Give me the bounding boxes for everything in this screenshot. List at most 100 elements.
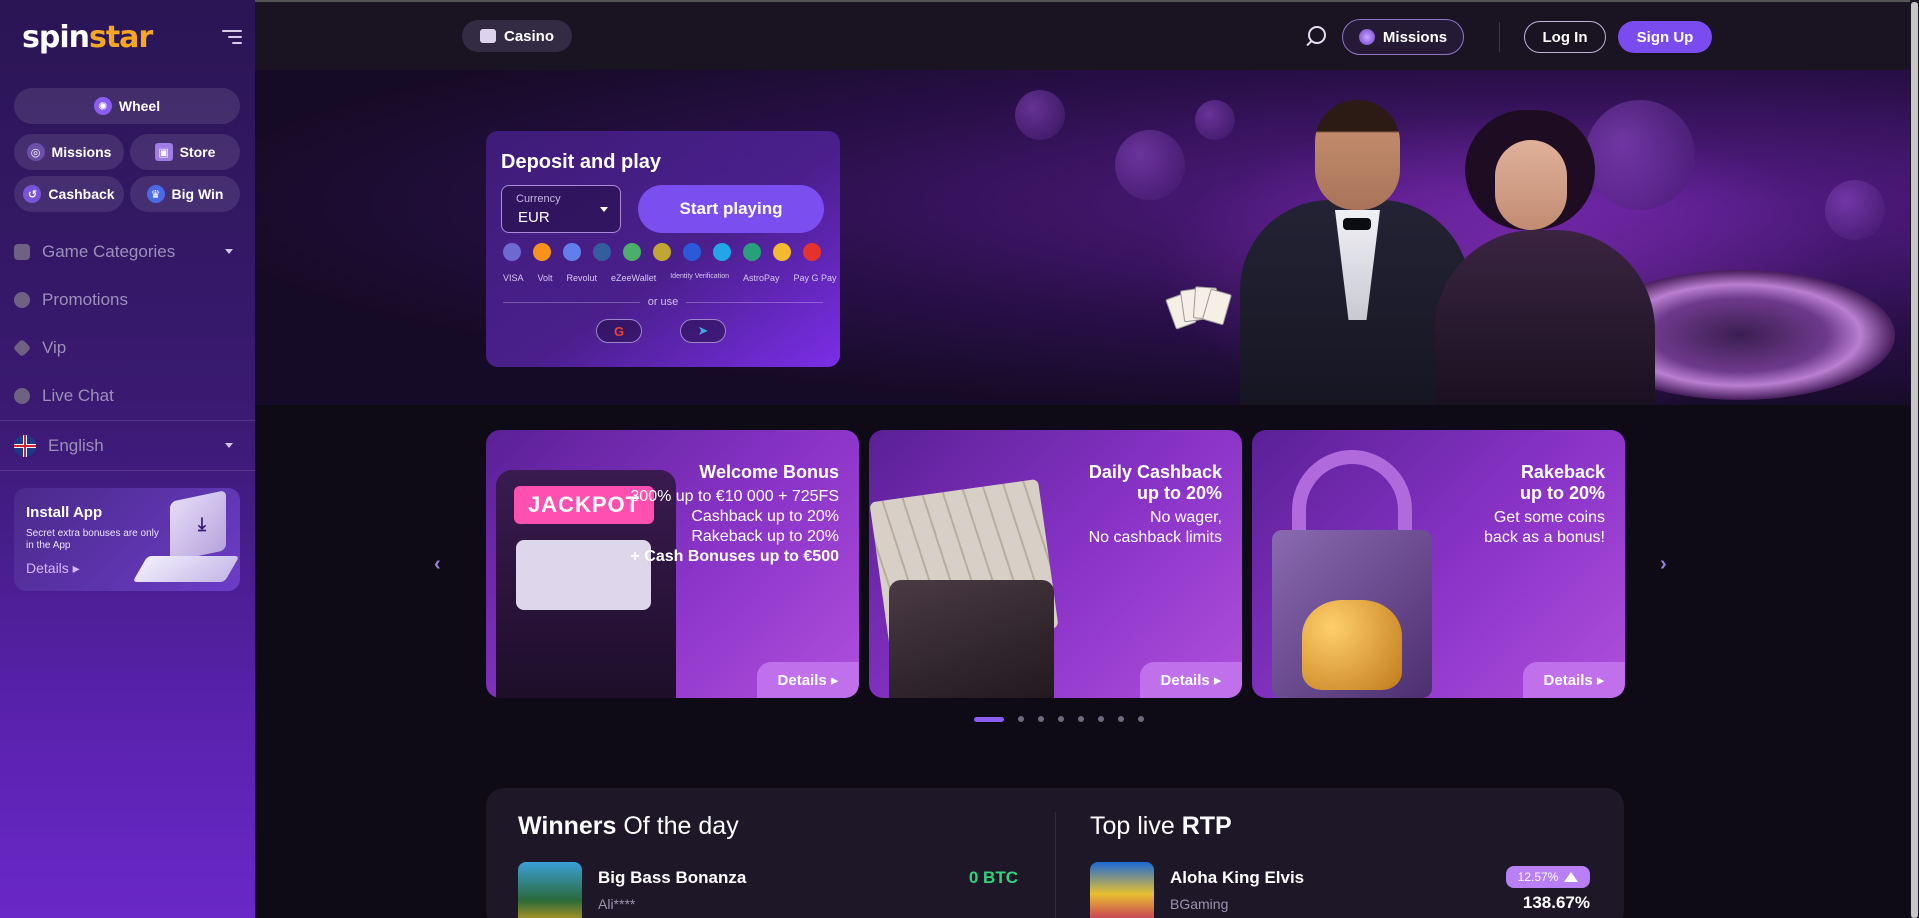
casino-label: Casino [503,27,554,45]
promo-title-line: Daily Cashback [1088,462,1222,482]
missions-button[interactable]: ◎ Missions [14,134,124,170]
winner-amount: 0 BTC [968,868,1018,887]
promo-line: Rakeback up to 20% [691,528,839,545]
carousel-dot[interactable] [1078,716,1084,722]
app-root: spinstar ✺ Wheel ◎ Missions ▣ Store ↺ Ca… [0,0,1919,918]
install-app-title: Install App [26,504,103,521]
signup-button[interactable]: Sign Up [1618,21,1712,53]
casino-tab[interactable]: Casino [462,20,572,52]
game-thumbnail-big-bass-bonanza[interactable] [518,862,582,918]
telegram-login-button[interactable]: ➤ [680,319,726,343]
telegram-icon: ➤ [697,323,709,338]
payment-method: Pay G Pay [793,273,837,283]
language-selector[interactable]: English [0,426,255,466]
store-label: Store [179,144,216,160]
promo-card-daily-cashback[interactable]: Daily Cashback up to 20% No wager, No ca… [869,430,1242,698]
scrollbar[interactable] [1910,0,1919,918]
promo-title: Rakeback up to 20% [1520,462,1605,504]
promo-details-button[interactable]: Details ▸ [1523,662,1625,698]
payment-method: Identity Verification [670,273,729,280]
promo-card-rakeback[interactable]: Rakeback up to 20% Get some coins back a… [1252,430,1625,698]
carousel-dot[interactable] [1058,716,1064,722]
sidebar-item-promotions[interactable]: Promotions [0,280,255,320]
crypto-icons-row [503,243,821,261]
login-button[interactable]: Log In [1524,21,1606,53]
sidebar: spinstar ✺ Wheel ◎ Missions ▣ Store ↺ Ca… [0,0,255,918]
sidebar-item-live-chat[interactable]: Live Chat [0,376,255,416]
scrollbar-thumb[interactable] [1911,2,1918,918]
missions-top-button[interactable]: Missions [1342,19,1464,55]
carousel-dot[interactable] [1118,716,1124,722]
missions-top-label: Missions [1382,28,1448,46]
currency-label: Currency [516,193,561,205]
carousel-pagination [974,716,1144,722]
search-icon[interactable] [1308,26,1326,44]
payment-methods-row: VISA Volt Revolut eZeeWallet Identity Ve… [503,273,837,283]
currency-select[interactable]: Currency EUR [501,185,621,233]
rtp-game-name[interactable]: Aloha King Elvis [1170,868,1304,888]
cardano-icon [683,243,701,261]
payment-method: Volt [537,273,553,283]
logo[interactable]: spinstar [22,20,153,55]
google-login-button[interactable]: G [596,319,642,343]
rtp-change-badge: 12.57% [1506,866,1590,888]
promo-details-button[interactable]: Details ▸ [1140,662,1242,698]
wheel-icon: ✺ [93,97,112,115]
coin-decoration [1115,130,1185,200]
rtp-title: Top live RTP [1090,812,1232,841]
carousel-dot[interactable] [1038,716,1044,722]
chevron-down-icon [225,249,233,254]
bnb-icon [773,243,791,261]
payment-method: Revolut [566,273,598,283]
litecoin-icon [593,243,611,261]
carousel-dot[interactable] [974,716,1004,722]
start-playing-button[interactable]: Start playing [638,185,824,233]
sidebar-item-vip[interactable]: Vip [0,328,255,368]
logo-part-2: star [88,20,153,55]
promo-title: Daily Cashback up to 20% [1089,462,1222,504]
safe-illustration [1272,450,1462,698]
promo-line: + Cash Bonuses up to €500 [630,548,839,565]
menu-toggle-icon[interactable] [222,30,242,46]
sidebar-item-game-categories[interactable]: Game Categories [0,232,255,272]
diamond-icon [12,338,32,358]
promo-line: back as a bonus! [1484,529,1605,546]
install-app-details-link[interactable]: Details ▸ [26,560,80,577]
promo-details-button[interactable]: Details ▸ [757,662,859,698]
tether-icon [743,243,761,261]
winner-game-name[interactable]: Big Bass Bonanza [598,868,746,888]
install-app-text: Secret extra bonuses are only in the App [26,528,159,551]
tron-icon [803,243,821,261]
carousel-dot[interactable] [1138,716,1144,722]
arrow-up-icon [1564,872,1579,882]
promo-title: Welcome Bonus [699,462,839,482]
carousel-dot[interactable] [1018,716,1024,722]
carousel-dot[interactable] [1098,716,1104,722]
promo-line: Get some coins [1493,509,1605,526]
rtp-provider: BGaming [1170,896,1229,912]
dogecoin-icon [653,243,671,261]
laptop-download-icon: ⤓ [132,490,240,586]
or-use-label: or use [647,296,679,308]
deposit-title: Deposit and play [501,151,662,173]
carousel-next-button[interactable]: › [1660,553,1676,575]
store-button[interactable]: ▣ Store [130,134,240,170]
big-win-button[interactable]: ♛ Big Win [130,176,240,212]
promo-card-welcome-bonus[interactable]: JACKPOT Welcome Bonus 300% up to €10 000… [486,430,859,698]
game-thumbnail-aloha-king-elvis[interactable] [1090,862,1154,918]
language-label: English [48,436,104,455]
xrp-icon [713,243,731,261]
carousel-prev-button[interactable]: ‹ [434,553,450,575]
promo-line: No cashback limits [1088,529,1222,546]
bitcoin-icon [533,243,551,261]
cashback-button[interactable]: ↺ Cashback [14,176,124,212]
install-app-card[interactable]: Install App Secret extra bonuses are onl… [14,488,240,591]
rtp-change-value: 12.57% [1517,870,1559,884]
coin-decoration [1195,100,1235,140]
cashback-icon: ↺ [23,185,42,203]
chevron-down-icon [225,443,233,448]
casino-icon [479,29,496,43]
logo-part-1: spin [22,20,90,55]
store-icon: ▣ [154,143,173,161]
wheel-button[interactable]: ✺ Wheel [14,88,240,124]
